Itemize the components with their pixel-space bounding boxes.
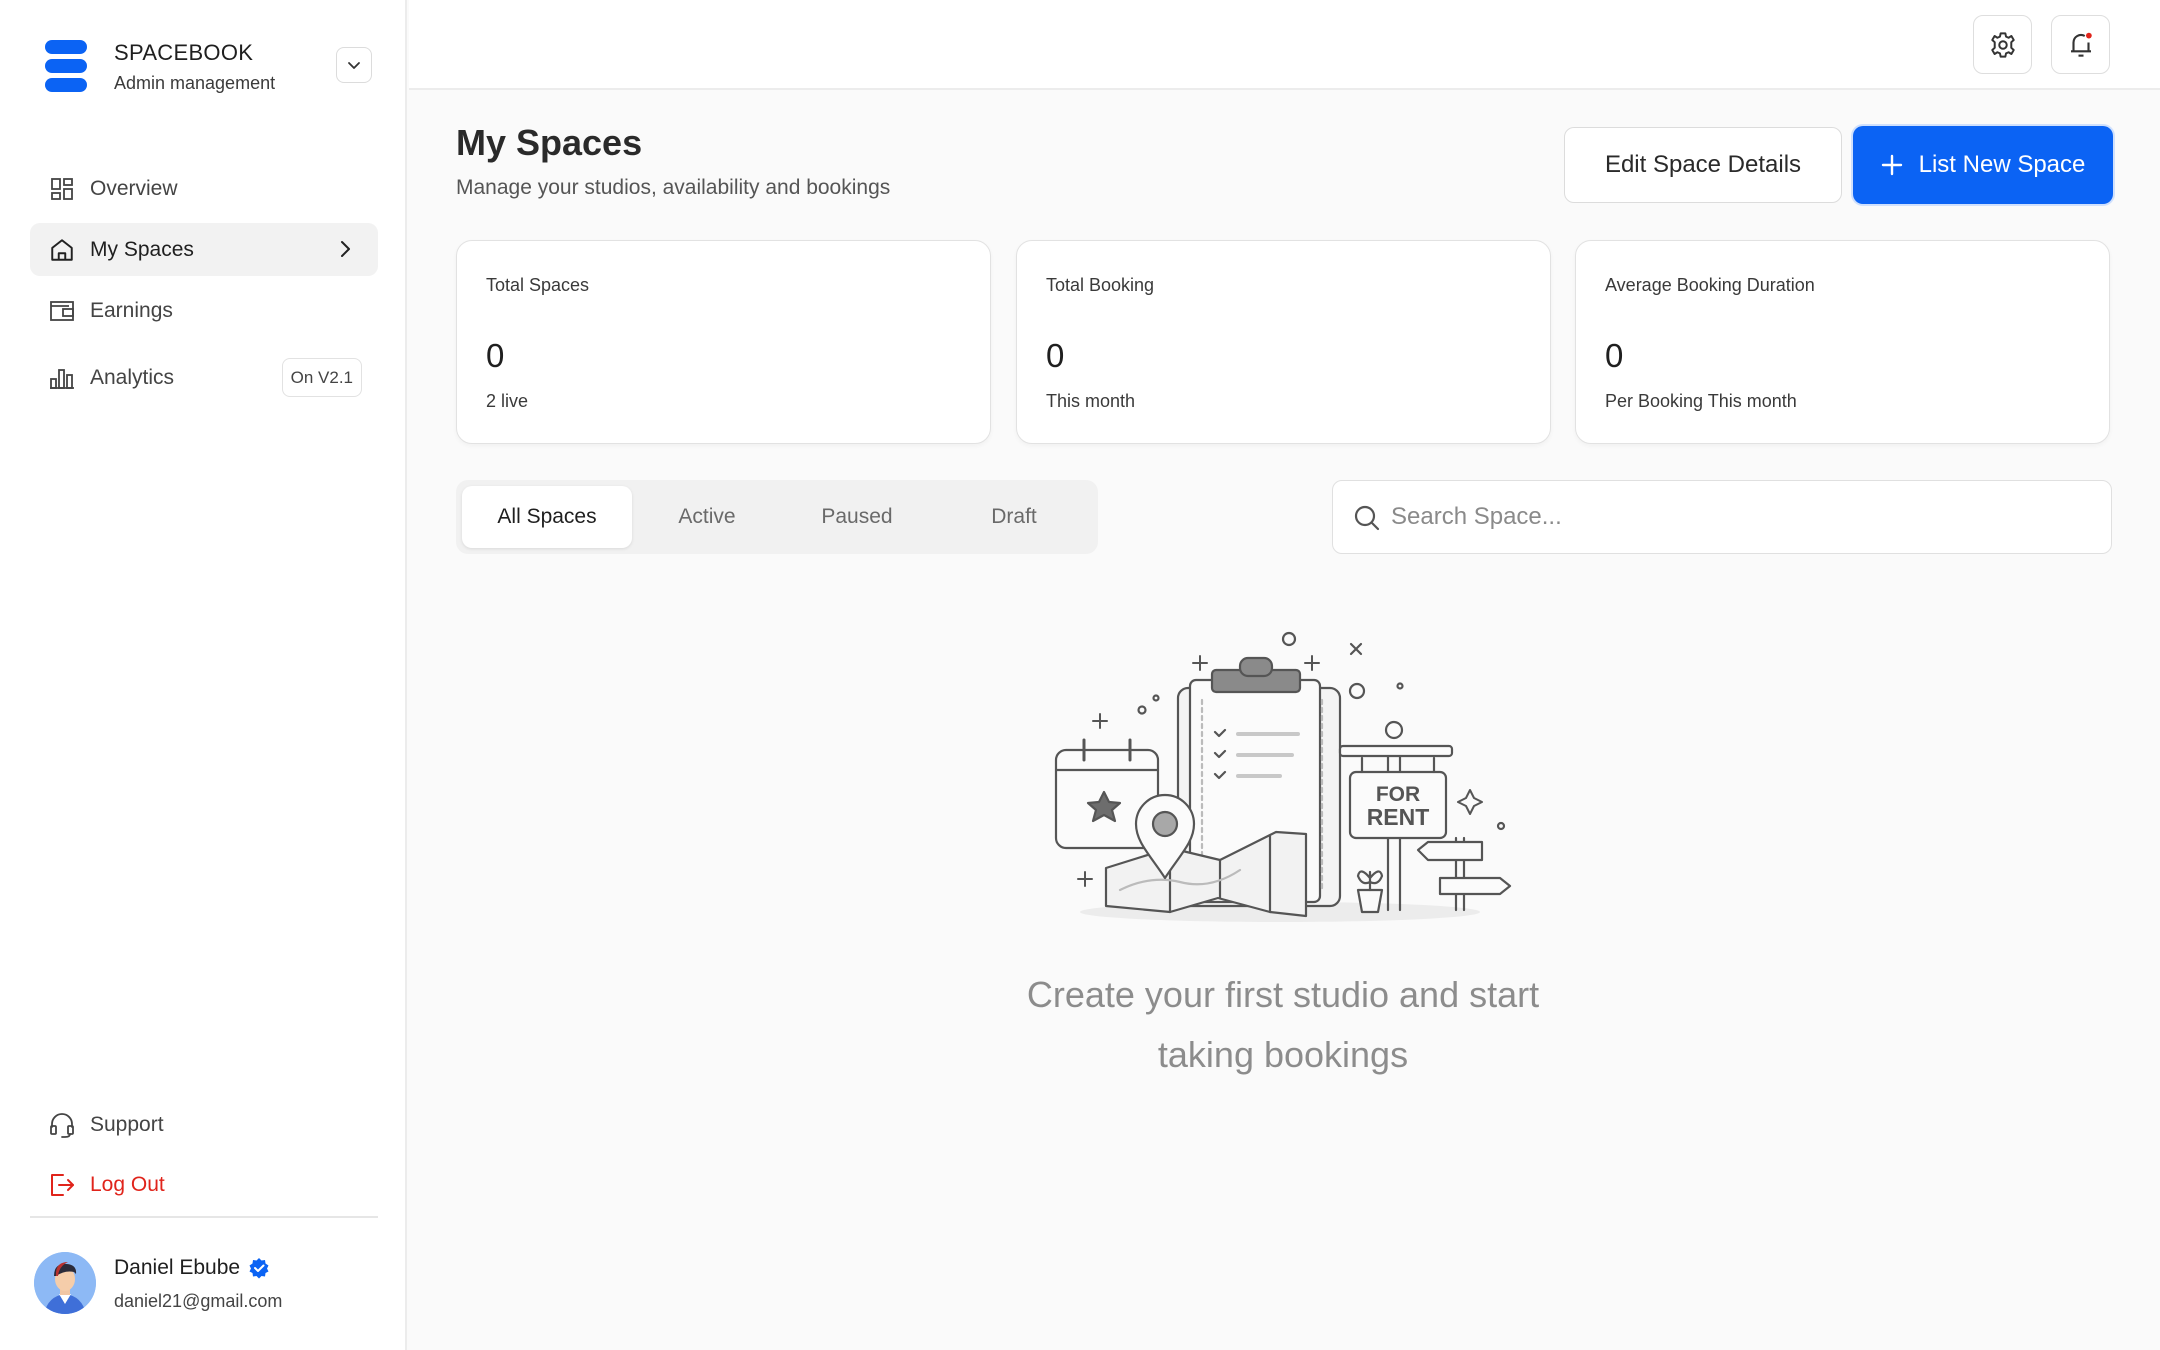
chevron-down-icon: [348, 62, 360, 69]
empty-state-message: Create your first studio and start takin…: [983, 965, 1583, 1085]
sidebar: SPACEBOOK Admin management Overview My S…: [0, 0, 407, 1350]
settings-button[interactable]: [1973, 15, 2032, 74]
empty-state-line-1: Create your first studio and start: [1026, 974, 1540, 1015]
sidebar-nav: Overview My Spaces Earnings Analytics On…: [30, 162, 378, 419]
top-bar: [409, 0, 2160, 90]
tab-paused[interactable]: Paused: [782, 486, 932, 548]
sidebar-bottom-nav: Support Log Out: [30, 1098, 378, 1218]
stat-footnote: 2 live: [486, 391, 529, 411]
search-box: [1332, 480, 2112, 554]
user-profile[interactable]: Daniel Ebube daniel21@gmail.com: [34, 1252, 374, 1316]
tab-active[interactable]: Active: [642, 486, 772, 548]
page-subtitle: Manage your studios, availability and bo…: [456, 176, 891, 199]
stat-label: Total Booking: [1046, 275, 1155, 295]
sidebar-divider: [30, 1216, 378, 1218]
stat-card-total-spaces: Total Spaces 0 2 live: [456, 240, 991, 444]
sidebar-item-label: Analytics: [90, 366, 175, 389]
tab-all-spaces[interactable]: All Spaces: [462, 486, 632, 548]
verified-badge-icon: [249, 1258, 269, 1279]
sidebar-item-label: My Spaces: [90, 237, 194, 261]
user-name-text: Daniel Ebube: [114, 1256, 241, 1279]
sidebar-item-analytics[interactable]: Analytics On V2.1: [30, 345, 378, 411]
bell-icon: [2070, 32, 2092, 57]
empty-state-illustration: FOR RENT: [1054, 631, 1512, 922]
sidebar-item-logout[interactable]: Log Out: [30, 1158, 378, 1211]
wallet-icon: [48, 297, 76, 325]
search-icon: [1354, 505, 1380, 531]
page-title: My Spaces: [456, 122, 643, 163]
brand-header[interactable]: SPACEBOOK Admin management: [30, 30, 375, 100]
chevron-right-icon: [341, 241, 350, 257]
stat-footnote: This month: [1046, 391, 1136, 411]
user-email: daniel21@gmail.com: [114, 1291, 283, 1311]
bar-chart-icon: [48, 364, 76, 392]
brand-name: SPACEBOOK: [114, 40, 254, 65]
stat-card-average-booking-duration: Average Booking Duration 0 Per Booking T…: [1575, 240, 2110, 444]
stat-footnote: Per Booking This month: [1605, 391, 1797, 411]
sidebar-item-label: Overview: [90, 176, 178, 200]
sidebar-item-earnings[interactable]: Earnings: [30, 284, 378, 337]
dashboard-icon: [48, 175, 76, 203]
stat-label: Total Spaces: [486, 275, 590, 295]
avatar: [34, 1252, 96, 1314]
sidebar-item-support[interactable]: Support: [30, 1098, 378, 1151]
gear-icon: [1990, 31, 2015, 58]
sign-text-for: FOR: [1376, 783, 1420, 806]
list-new-space-button[interactable]: List New Space: [1853, 126, 2113, 204]
edit-space-details-button[interactable]: Edit Space Details: [1564, 127, 1842, 203]
list-new-space-label: List New Space: [1918, 151, 2086, 178]
user-name: Daniel Ebube: [114, 1256, 270, 1280]
plus-icon: [1881, 154, 1902, 176]
sidebar-item-label: Earnings: [90, 298, 173, 322]
headset-icon: [48, 1111, 76, 1139]
sign-text-rent: RENT: [1367, 804, 1430, 830]
sidebar-item-my-spaces[interactable]: My Spaces: [30, 223, 378, 276]
workspace-dropdown-button[interactable]: [336, 47, 372, 83]
spacebook-logo-icon: [45, 40, 87, 92]
sidebar-item-label: Log Out: [90, 1172, 165, 1196]
stat-value: 0: [1046, 337, 1065, 374]
stat-label: Average Booking Duration: [1605, 275, 1815, 295]
empty-state-line-2: taking bookings: [1157, 1034, 1409, 1075]
notifications-button[interactable]: [2051, 15, 2110, 74]
space-filter-tabs: All Spaces Active Paused Draft: [456, 480, 1098, 554]
tab-draft[interactable]: Draft: [942, 486, 1086, 548]
sidebar-item-overview[interactable]: Overview: [30, 162, 378, 215]
brand-subtitle: Admin management: [114, 73, 276, 93]
stat-value: 0: [1605, 337, 1624, 374]
version-badge: On V2.1: [281, 358, 362, 397]
home-icon: [48, 236, 76, 264]
stat-card-total-booking: Total Booking 0 This month: [1016, 240, 1551, 444]
search-input[interactable]: [1391, 495, 2081, 539]
stat-value: 0: [486, 337, 505, 374]
sidebar-item-label: Support: [90, 1112, 164, 1136]
logout-icon: [48, 1171, 76, 1199]
